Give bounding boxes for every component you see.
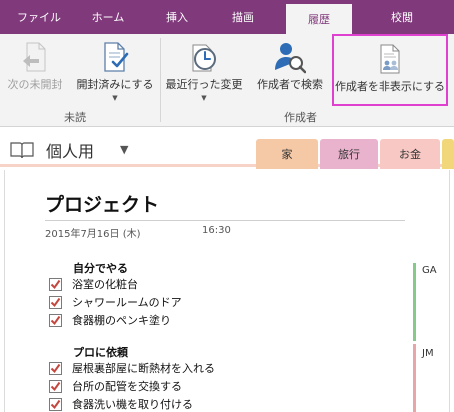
- author-bar-ga: [413, 263, 416, 341]
- ribbon-tab-bar: ファイル ホーム 挿入 描画 履歴 校閲: [0, 0, 454, 34]
- group-label-authors: 作成者: [284, 111, 317, 124]
- mark-as-read-button[interactable]: 開封済みにする ▼: [72, 34, 158, 106]
- chevron-down-icon: ▼: [112, 94, 118, 102]
- hide-authors-icon: [374, 42, 406, 76]
- checkbox-checked[interactable]: [49, 277, 62, 291]
- page-date: 2015年7月16日 (木): [45, 229, 141, 240]
- author-label-ga: GA: [422, 265, 437, 276]
- find-by-author-button[interactable]: 作成者で検索: [250, 34, 330, 106]
- tab-insert[interactable]: 挿入: [152, 0, 202, 34]
- tab-draw[interactable]: 描画: [218, 0, 268, 34]
- section-tab-overflow[interactable]: [442, 139, 454, 169]
- checkbox-checked[interactable]: [49, 313, 62, 327]
- section-tab-home[interactable]: 家: [256, 139, 318, 169]
- list-item[interactable]: 食器棚のペンキ塗り: [49, 312, 171, 328]
- list-item[interactable]: 浴室の化粧台: [49, 276, 138, 292]
- list-item[interactable]: 食器洗い機を取り付ける: [49, 396, 193, 412]
- author-bar-jm: [413, 344, 416, 412]
- chevron-down-icon[interactable]: ▼: [120, 143, 128, 156]
- list-item-text: 屋根裏部屋に断熱材を入れる: [72, 362, 215, 375]
- tab-history[interactable]: 履歴: [286, 4, 352, 34]
- checkbox-checked[interactable]: [49, 361, 62, 375]
- notebook-bar: 個人用 ▼ 家 旅行 お金: [0, 127, 454, 169]
- author-label-jm: JM: [422, 348, 434, 359]
- tab-file[interactable]: ファイル: [8, 0, 70, 34]
- checkbox-checked[interactable]: [49, 379, 62, 393]
- list-item-text: 食器洗い機を取り付ける: [72, 398, 193, 411]
- list-item[interactable]: 屋根裏部屋に断熱材を入れる: [49, 360, 215, 376]
- section-tab-money[interactable]: お金: [380, 139, 440, 169]
- recent-edits-button[interactable]: 最近行った変更 ▼: [162, 34, 246, 106]
- list-item[interactable]: シャワールームのドア: [49, 294, 182, 310]
- notebook-icon[interactable]: [10, 141, 34, 163]
- checkbox-checked[interactable]: [49, 295, 62, 309]
- chevron-down-icon: ▼: [201, 94, 207, 102]
- list-item[interactable]: 台所の配管を交換する: [49, 378, 182, 394]
- page-canvas[interactable]: プロジェクト 2015年7月16日 (木) 16:30 自分でやる 浴室の化粧台…: [4, 170, 450, 412]
- list-item-text: 食器棚のペンキ塗り: [72, 314, 171, 327]
- page-time: 16:30: [202, 225, 231, 236]
- title-underline: [45, 220, 405, 221]
- hide-authors-label: 作成者を非表示にする: [334, 80, 446, 93]
- group-heading-pro[interactable]: プロに依頼: [73, 344, 128, 360]
- section-tab-travel[interactable]: 旅行: [320, 139, 378, 169]
- hide-authors-button[interactable]: 作成者を非表示にする: [332, 34, 448, 106]
- page-title[interactable]: プロジェクト: [45, 190, 159, 217]
- checkbox-checked[interactable]: [49, 397, 62, 411]
- next-unread-button[interactable]: 次の未開封: [2, 34, 68, 106]
- next-unread-label: 次の未開封: [7, 78, 63, 91]
- document-check-icon: [99, 40, 131, 74]
- group-divider: [160, 38, 161, 122]
- recent-edits-label: 最近行った変更: [165, 78, 243, 91]
- notebook-name[interactable]: 個人用: [46, 138, 94, 162]
- find-by-author-label: 作成者で検索: [257, 78, 323, 91]
- mark-as-read-label: 開封済みにする: [76, 78, 154, 91]
- tab-home[interactable]: ホーム: [78, 0, 138, 34]
- person-search-icon: [274, 40, 306, 74]
- group-heading-self[interactable]: 自分でやる: [73, 260, 128, 276]
- arrow-left-icon: [19, 40, 51, 74]
- list-item-text: 台所の配管を交換する: [72, 380, 182, 393]
- clock-icon: [188, 40, 220, 74]
- tab-review[interactable]: 校閲: [372, 0, 432, 34]
- list-item-text: シャワールームのドア: [72, 296, 182, 309]
- list-item-text: 浴室の化粧台: [72, 278, 138, 291]
- group-label-unread: 未読: [64, 111, 86, 124]
- ribbon-history-panel: 次の未開封 開封済みにする ▼ 最近行った変更 ▼ 作成者で検索 作成者を非表示…: [0, 34, 454, 127]
